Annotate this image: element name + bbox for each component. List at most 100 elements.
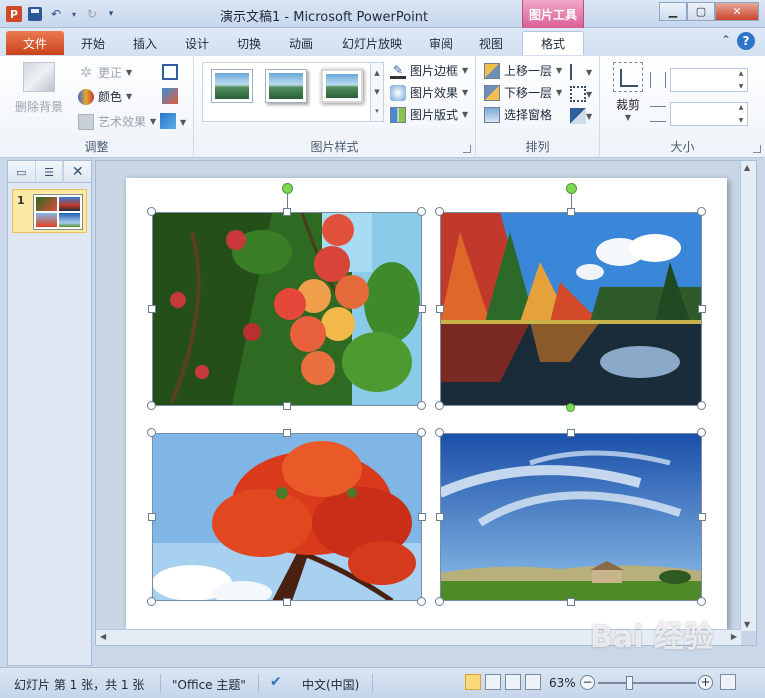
picture-layout-button[interactable]: 图片版式 ▼ [390, 106, 468, 123]
rotation-handle-top-left-photo[interactable] [282, 183, 293, 194]
resize-handle[interactable] [435, 597, 444, 606]
language-status[interactable]: 中文(中国) [302, 676, 359, 693]
zoom-slider-thumb[interactable] [626, 676, 633, 690]
minimize-button[interactable]: ▁ [659, 2, 687, 21]
resize-handle[interactable] [436, 513, 444, 521]
collapse-ribbon-icon[interactable]: ⌃ [721, 33, 731, 47]
resize-handle[interactable] [417, 207, 426, 216]
resize-handle[interactable] [435, 401, 444, 410]
scroll-down-icon[interactable]: ▼ [744, 620, 750, 629]
scroll-left-icon[interactable]: ◀ [100, 632, 106, 641]
tab-home[interactable]: 开始 [70, 31, 116, 55]
photo-autumn-lake[interactable] [440, 212, 702, 406]
scroll-up-icon[interactable]: ▲ [744, 163, 750, 172]
width-input[interactable]: ▲ ▼ [670, 102, 748, 126]
tab-review[interactable]: 审阅 [418, 31, 464, 55]
undo-icon[interactable]: ↶ [48, 6, 64, 22]
photo-sky-field[interactable] [440, 433, 702, 601]
maximize-button[interactable]: ▢ [687, 2, 715, 21]
resize-handle[interactable] [283, 598, 291, 606]
spell-check-icon[interactable]: ✔ [270, 674, 282, 690]
gallery-more-icon[interactable]: ▾ [375, 107, 379, 115]
corrections-button[interactable]: ✲ 更正 ▼ [78, 64, 132, 81]
remove-background-button[interactable]: 删除背景 [12, 62, 66, 115]
bring-forward-button[interactable]: 上移一层 ▼ [484, 62, 562, 79]
picture-style-soft-edge[interactable] [321, 69, 363, 103]
resize-handle[interactable] [697, 207, 706, 216]
rotation-handle-top-right-photo[interactable] [566, 183, 577, 194]
close-button[interactable]: ✕ [715, 2, 759, 21]
align-icon[interactable] [570, 64, 586, 80]
resize-handle[interactable] [417, 428, 426, 437]
reset-picture-icon[interactable] [160, 113, 176, 129]
resize-handle[interactable] [147, 428, 156, 437]
selection-pane-button[interactable]: 选择窗格 [484, 106, 552, 123]
resize-handle[interactable] [148, 513, 156, 521]
picture-styles-dialog-launcher-icon[interactable] [463, 145, 471, 153]
width-down-icon[interactable]: ▼ [739, 117, 744, 124]
picture-style-shadow[interactable] [265, 69, 307, 103]
resize-handle[interactable] [418, 305, 426, 313]
zoom-level[interactable]: 63% [549, 676, 576, 690]
zoom-in-icon[interactable]: + [698, 675, 713, 690]
tab-slideshow[interactable]: 幻灯片放映 [332, 31, 412, 55]
send-backward-button[interactable]: 下移一层 ▼ [484, 84, 562, 101]
group-objects-icon[interactable] [570, 86, 586, 102]
height-up-icon[interactable]: ▲ [739, 70, 744, 77]
resize-handle[interactable] [697, 597, 706, 606]
outline-tab-icon[interactable]: ☰ [36, 161, 64, 183]
tab-insert[interactable]: 插入 [122, 31, 168, 55]
picture-style-simple-frame[interactable] [211, 69, 253, 103]
resize-handle[interactable] [435, 207, 444, 216]
picture-border-button[interactable]: ✎ 图片边框 ▼ [390, 62, 468, 79]
reading-view-icon[interactable] [505, 674, 521, 690]
tab-format[interactable]: 格式 [522, 31, 584, 55]
resize-handle[interactable] [567, 429, 575, 437]
color-button[interactable]: 颜色 ▼ [78, 88, 132, 105]
picture-effects-button[interactable]: 图片效果 ▼ [390, 84, 468, 101]
photo-red-tree[interactable] [152, 433, 422, 601]
tab-view[interactable]: 视图 [468, 31, 514, 55]
artistic-effects-button[interactable]: 艺术效果 ▼ [78, 113, 156, 130]
photo-plums[interactable] [152, 212, 422, 406]
scroll-right-icon[interactable]: ▶ [731, 632, 737, 641]
resize-handle[interactable] [417, 401, 426, 410]
slide-sorter-view-icon[interactable] [485, 674, 501, 690]
undo-dropdown-icon[interactable]: ▾ [70, 6, 78, 22]
tab-design[interactable]: 设计 [174, 31, 220, 55]
resize-handle[interactable] [567, 208, 575, 216]
save-icon[interactable] [28, 7, 42, 21]
crop-button[interactable]: 裁剪 ▼ [608, 62, 648, 122]
resize-handle[interactable] [283, 429, 291, 437]
close-pane-icon[interactable]: ✕ [63, 161, 91, 183]
powerpoint-app-icon[interactable]: P [6, 6, 22, 22]
resize-handle[interactable] [417, 597, 426, 606]
redo-icon[interactable]: ↻ [84, 6, 100, 22]
tab-file[interactable]: 文件 [6, 31, 64, 55]
gallery-up-icon[interactable]: ▲ [374, 69, 379, 77]
fit-to-window-icon[interactable] [720, 674, 736, 690]
slide-canvas[interactable] [126, 178, 727, 629]
resize-handle[interactable] [283, 402, 291, 410]
resize-handle[interactable] [697, 401, 706, 410]
customize-qat-icon[interactable]: ▾ [106, 6, 116, 22]
resize-handle[interactable] [283, 208, 291, 216]
slideshow-view-icon[interactable] [525, 674, 541, 690]
resize-handle[interactable] [147, 597, 156, 606]
resize-handle[interactable] [147, 401, 156, 410]
zoom-out-icon[interactable]: − [580, 675, 595, 690]
slide-thumbnail[interactable] [33, 194, 83, 230]
tab-animations[interactable]: 动画 [278, 31, 324, 55]
picture-styles-gallery[interactable]: ▲ ▼ ▾ [202, 62, 384, 122]
help-icon[interactable]: ? [737, 32, 755, 50]
height-down-icon[interactable]: ▼ [739, 83, 744, 90]
theme-status[interactable]: "Office 主题" [172, 676, 246, 693]
normal-view-icon[interactable] [465, 674, 481, 690]
rotate-icon[interactable] [570, 108, 586, 124]
width-up-icon[interactable]: ▲ [739, 104, 744, 111]
slides-tab-icon[interactable]: ▭ [8, 161, 36, 183]
height-input[interactable]: ▲ ▼ [670, 68, 748, 92]
resize-handle[interactable] [418, 513, 426, 521]
resize-handle[interactable] [698, 513, 706, 521]
resize-handle[interactable] [698, 305, 706, 313]
